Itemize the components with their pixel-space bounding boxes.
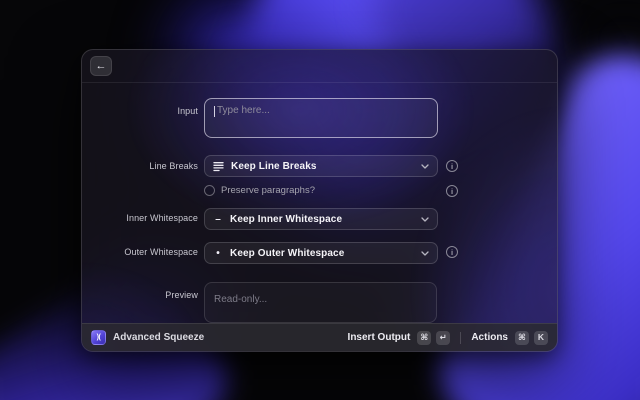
input-label: Input — [82, 105, 198, 117]
line-breaks-label: Line Breaks — [82, 160, 198, 172]
window-header: ← — [82, 50, 557, 83]
line-breaks-info-icon[interactable]: i — [446, 160, 458, 172]
input-placeholder: Type here... — [217, 105, 270, 116]
insert-output-button[interactable]: Insert Output — [348, 332, 411, 343]
outer-whitespace-info-icon[interactable]: i — [446, 246, 458, 258]
footer-bar: )( Advanced Squeeze Insert Output ⌘ ↵ Ac… — [82, 323, 557, 351]
outer-whitespace-value: Keep Outer Whitespace — [230, 248, 344, 259]
preserve-paragraphs-label: Preserve paragraphs? — [221, 185, 315, 196]
raycast-window: ← Input Type here... Line Breaks Keep Li… — [81, 49, 558, 352]
app-badge: )( Advanced Squeeze — [91, 330, 204, 345]
command-key-icon: ⌘ — [417, 331, 431, 345]
checkbox-circle-icon — [204, 185, 215, 196]
inner-whitespace-label: Inner Whitespace — [82, 212, 198, 224]
preserve-paragraphs-info-icon[interactable]: i — [446, 185, 458, 197]
chevron-down-icon — [421, 164, 429, 169]
inner-whitespace-select[interactable]: – Keep Inner Whitespace — [204, 208, 438, 230]
command-key-icon: ⌘ — [515, 331, 529, 345]
desktop: ← Input Type here... Line Breaks Keep Li… — [0, 0, 640, 400]
back-arrow-icon: ← — [96, 61, 107, 72]
k-key-icon: K — [534, 331, 548, 345]
dash-icon: – — [213, 214, 223, 225]
text-caret — [214, 106, 215, 117]
chevron-down-icon — [421, 251, 429, 256]
preview-textarea[interactable]: Read-only... — [204, 282, 437, 323]
advanced-squeeze-app-icon: )( — [91, 330, 106, 345]
preview-placeholder: Read-only... — [214, 294, 267, 305]
app-name: Advanced Squeeze — [113, 332, 204, 343]
actions-button[interactable]: Actions — [471, 332, 508, 343]
preview-label: Preview — [82, 289, 198, 301]
wallpaper-dark-corner — [545, 0, 640, 110]
outer-whitespace-select[interactable]: • Keep Outer Whitespace — [204, 242, 438, 264]
outer-whitespace-label: Outer Whitespace — [82, 246, 198, 258]
line-breaks-value: Keep Line Breaks — [231, 161, 317, 172]
inner-whitespace-value: Keep Inner Whitespace — [230, 214, 342, 225]
line-breaks-select[interactable]: Keep Line Breaks — [204, 155, 438, 177]
chevron-down-icon — [421, 217, 429, 222]
back-button[interactable]: ← — [90, 56, 112, 76]
text-lines-icon — [213, 161, 224, 172]
footer-divider — [460, 332, 461, 344]
input-field[interactable]: Type here... — [204, 98, 438, 138]
dot-icon: • — [213, 248, 223, 259]
preserve-paragraphs-checkbox[interactable]: Preserve paragraphs? — [204, 183, 315, 197]
footer-actions: Insert Output ⌘ ↵ Actions ⌘ K — [348, 331, 548, 345]
return-key-icon: ↵ — [436, 331, 450, 345]
